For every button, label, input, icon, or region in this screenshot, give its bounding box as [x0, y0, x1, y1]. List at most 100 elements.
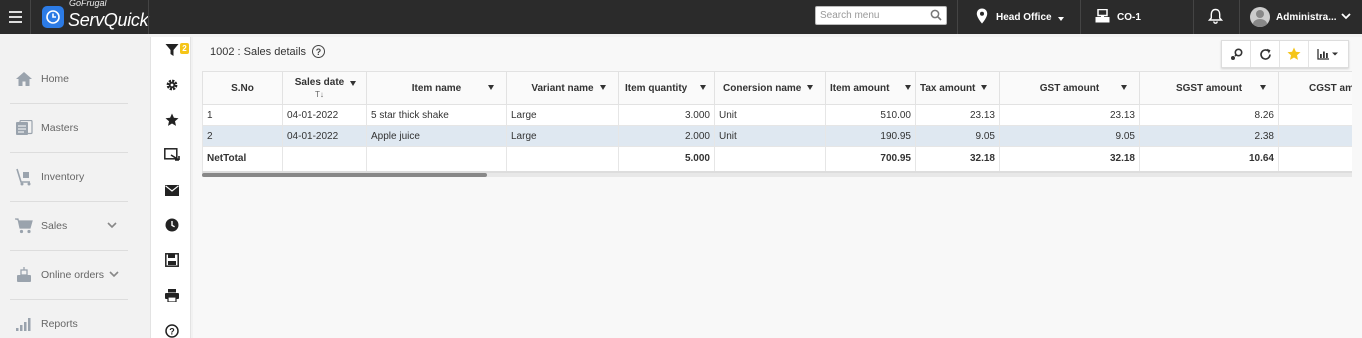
cell-total-tax-amount: 32.18 [915, 146, 1000, 173]
cell-tax-amount: 23.13 [915, 104, 1000, 126]
filter-icon[interactable] [163, 41, 181, 59]
cell-item-quantity: 2.000 [618, 125, 715, 147]
horizontal-scrollbar[interactable] [202, 173, 1352, 177]
sidebar-item-label: Online orders [41, 268, 105, 281]
column-header-conversion-name[interactable]: Conersion name [714, 71, 826, 105]
column-menu-caret-icon[interactable] [350, 81, 356, 86]
column-header-item-quantity[interactable]: Item quantity [618, 71, 715, 105]
top-bar: GoFrugal ServQuick Head Office CO-1 Admi… [0, 0, 1362, 34]
chart-dropdown-icon[interactable] [1309, 41, 1347, 67]
divider [30, 0, 31, 34]
cell-total-sgst-amount: 10.64 [1139, 146, 1279, 173]
column-menu-caret-icon[interactable] [905, 85, 911, 90]
column-menu-caret-icon[interactable] [488, 85, 494, 90]
print-icon[interactable] [163, 286, 181, 304]
mail-icon[interactable] [163, 181, 181, 199]
cell-total-item-amount: 700.95 [825, 146, 916, 173]
column-menu-caret-icon[interactable] [600, 85, 606, 90]
chevron-down-icon [1057, 16, 1064, 21]
column-header-sales-date[interactable]: Sales date T↓ [282, 71, 367, 105]
sidebar-item-inventory[interactable]: Inventory [0, 152, 128, 201]
svg-text:?: ? [169, 327, 175, 337]
sidebar-item-label: Reports [41, 317, 78, 330]
masters-icon [14, 118, 34, 138]
clock-icon[interactable] [163, 216, 181, 234]
column-menu-caret-icon[interactable] [981, 85, 987, 90]
counter-label: CO-1 [1117, 11, 1141, 23]
search-menu-box [815, 6, 947, 25]
chevron-down-icon [1340, 12, 1351, 23]
page-title: 1002 : Sales details ? [210, 45, 326, 58]
sidebar-item-masters[interactable]: Masters [0, 103, 128, 152]
logo-clock-icon [42, 6, 64, 28]
location-label: Head Office [996, 11, 1052, 23]
cell-sgst-amount: 2.38 [1139, 125, 1279, 147]
column-header-sno[interactable]: S.No [202, 71, 283, 105]
pivot-icon[interactable] [1222, 41, 1251, 67]
cell-item-amount: 510.00 [825, 104, 916, 126]
sidebar-item-sales[interactable]: Sales [0, 201, 128, 250]
user-menu[interactable]: Administra... [1250, 0, 1351, 34]
map-pin-icon [976, 8, 988, 27]
column-header-tax-amount[interactable]: Tax amount [915, 71, 1000, 105]
chevron-down-icon [107, 220, 117, 232]
favorite-star-icon[interactable] [1280, 41, 1309, 67]
cell-sgst-amount: 8.26 [1139, 104, 1279, 126]
export-icon[interactable] [163, 146, 181, 164]
hamburger-menu-icon[interactable] [0, 0, 30, 34]
cell-gst-amount: 9.05 [999, 125, 1140, 147]
save-icon[interactable] [163, 251, 181, 269]
star-icon[interactable] [163, 111, 181, 129]
column-header-variant-name[interactable]: Variant name [506, 71, 619, 105]
search-icon[interactable] [930, 9, 942, 24]
column-menu-caret-icon[interactable] [700, 85, 706, 90]
header-label: Conersion name [723, 82, 802, 94]
divider [1239, 0, 1240, 34]
table-row-selected[interactable]: 2 04-01-2022 Apple juice Large 2.000 Uni… [202, 125, 1352, 147]
sidebar-item-reports[interactable]: Reports [0, 299, 128, 338]
divider [148, 0, 149, 34]
table-row[interactable]: 1 04-01-2022 5 star thick shake Large 3.… [202, 104, 1352, 126]
column-header-item-name[interactable]: Item name [366, 71, 507, 105]
cell-variant-name: Large [506, 104, 619, 126]
cell-gst-amount: 23.13 [999, 104, 1140, 126]
cell-conversion-name: Unit [714, 125, 826, 147]
page-title-text: 1002 : Sales details [210, 45, 307, 58]
header-label: SGST amount [1175, 82, 1243, 94]
refresh-icon[interactable] [1251, 41, 1280, 67]
main-content: 1002 : Sales details ? S.No Sales date T… [193, 37, 1362, 338]
sort-indicator-icon[interactable]: T↓ [315, 90, 324, 99]
column-menu-caret-icon[interactable] [807, 85, 813, 90]
sidebar-item-home[interactable]: Home [0, 54, 128, 103]
sidebar: Home Masters Inventory Sales Online orde… [0, 37, 150, 338]
help-icon[interactable]: ? [163, 322, 181, 338]
cell-item-amount: 190.95 [825, 125, 916, 147]
search-menu-input[interactable] [816, 7, 924, 24]
sidebar-item-online-orders[interactable]: Online orders [0, 250, 128, 299]
report-actions [1221, 40, 1349, 68]
settings-icon[interactable] [163, 76, 181, 94]
location-selector[interactable]: Head Office [976, 0, 1064, 34]
header-label: CGST am [1309, 82, 1352, 94]
divider [1080, 0, 1081, 34]
cell-sales-date: 04-01-2022 [282, 125, 367, 147]
notifications-button[interactable] [1207, 0, 1224, 34]
filter-count-badge: 2 [180, 43, 189, 54]
scrollbar-thumb[interactable] [202, 173, 487, 177]
column-header-gst-amount[interactable]: GST amount [999, 71, 1140, 105]
header-label: Tax amount [920, 82, 976, 94]
user-name: Administra... [1276, 11, 1337, 23]
sidebar-item-label: Inventory [41, 170, 85, 183]
help-icon[interactable]: ? [312, 45, 326, 58]
column-menu-caret-icon[interactable] [1121, 85, 1127, 90]
column-header-cgst-amount[interactable]: CGST am [1278, 71, 1352, 105]
brand-logo[interactable]: GoFrugal ServQuick [42, 0, 149, 32]
column-header-sgst-amount[interactable]: SGST amount [1139, 71, 1279, 105]
home-icon [14, 69, 34, 89]
counter-selector[interactable]: CO-1 [1095, 0, 1141, 34]
column-menu-caret-icon[interactable] [1260, 85, 1266, 90]
cell-cgst-amount [1278, 104, 1352, 126]
cell-conversion-name: Unit [714, 104, 826, 126]
header-label: Item name [411, 82, 462, 94]
column-header-item-amount[interactable]: Item amount [825, 71, 916, 105]
